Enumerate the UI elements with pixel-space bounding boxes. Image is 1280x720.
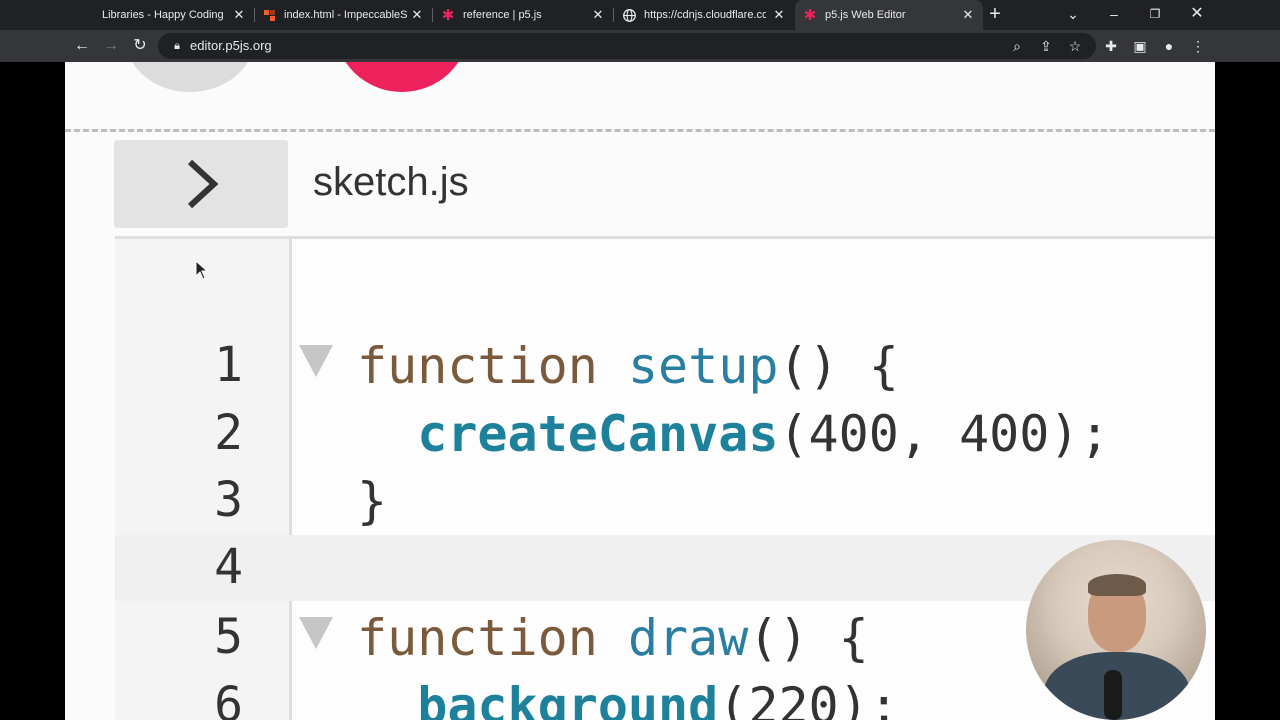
code-token: }: [357, 472, 388, 530]
tab-0[interactable]: Libraries - Happy Coding ✕: [80, 0, 254, 30]
sidebar-expand-button[interactable]: [114, 140, 288, 228]
close-icon[interactable]: ✕: [232, 8, 246, 22]
close-icon[interactable]: ✕: [772, 8, 786, 22]
line-number: 1: [214, 337, 243, 393]
close-window-button[interactable]: ✕: [1177, 0, 1217, 30]
tab-separator: [254, 8, 255, 22]
code-token: draw: [627, 609, 749, 667]
code-token: function: [357, 337, 628, 395]
code-text: background(220);: [357, 677, 899, 720]
code-text: createCanvas(400, 400);: [357, 405, 1110, 463]
tab-3[interactable]: https://cdnjs.cloudflare.co ✕: [622, 0, 794, 30]
person-hair: [1088, 574, 1146, 596]
tab-2[interactable]: ✱ reference | p5.js ✕: [441, 0, 613, 30]
line-number: 2: [214, 405, 243, 461]
p5-asterisk-icon: ✱: [441, 7, 455, 24]
file-name: sketch.js: [313, 160, 469, 204]
panel-divider: [65, 129, 1215, 132]
code-token: createCanvas: [417, 405, 779, 463]
side-panel-icon[interactable]: ▣: [1132, 38, 1148, 54]
chevron-right-icon: [187, 159, 219, 209]
close-icon[interactable]: ✕: [410, 8, 424, 22]
new-tab-button[interactable]: +: [975, 0, 1015, 30]
webcam-overlay: [1026, 540, 1206, 720]
fold-arrow-icon[interactable]: [299, 617, 333, 649]
restore-button[interactable]: ❐: [1135, 0, 1175, 30]
code-text: }: [357, 472, 387, 530]
tab-title: p5.js Web Editor: [825, 9, 906, 21]
glitch-icon: [262, 8, 276, 22]
address-bar[interactable]: [158, 33, 1096, 59]
preview-gray-circle: [125, 62, 255, 92]
code-text: function setup() {: [357, 337, 899, 395]
globe-icon: [622, 8, 636, 22]
url-text[interactable]: editor.p5js.org: [190, 38, 272, 54]
close-icon[interactable]: ✕: [591, 8, 605, 22]
extensions-icon[interactable]: ✚: [1103, 38, 1119, 54]
tab-favicon: [80, 8, 94, 22]
mouse-cursor-icon: [195, 259, 209, 285]
close-icon[interactable]: ✕: [961, 8, 975, 22]
preview-pink-circle: [335, 62, 469, 92]
tab-title: index.html - ImpeccableS: [284, 9, 408, 21]
line-number: 5: [214, 609, 243, 665]
bookmark-star-icon[interactable]: ☆: [1067, 38, 1083, 54]
tab-strip: Libraries - Happy Coding ✕ index.html - …: [0, 0, 1280, 30]
code-token: () {: [748, 609, 869, 667]
tab-title: https://cdnjs.cloudflare.co: [644, 9, 766, 21]
fold-arrow-icon[interactable]: [299, 345, 333, 377]
code-token: (220);: [718, 677, 899, 720]
tab-separator: [432, 8, 433, 22]
code-line[interactable]: 1 function setup() {: [115, 337, 1215, 405]
code-token: () {: [778, 337, 899, 395]
line-number: 4: [214, 539, 243, 595]
forward-icon[interactable]: →: [101, 36, 121, 56]
line-number: 6: [214, 677, 243, 720]
minimize-button[interactable]: –: [1094, 0, 1134, 30]
tab-separator: [613, 8, 614, 22]
code-line[interactable]: 2 createCanvas(400, 400);: [115, 405, 1215, 473]
reload-icon[interactable]: ↻: [130, 36, 150, 56]
code-token: background: [417, 677, 719, 720]
microphone: [1104, 670, 1122, 720]
menu-kebab-icon[interactable]: ⋮: [1190, 38, 1206, 54]
lock-icon[interactable]: 🔒︎: [169, 38, 185, 54]
tab-title: reference | p5.js: [463, 9, 542, 21]
zoom-icon[interactable]: ⌕: [1009, 38, 1025, 54]
tab-search-chevron-icon[interactable]: ⌄: [1053, 0, 1093, 30]
p5-asterisk-icon: ✱: [803, 7, 817, 24]
tab-4[interactable]: ✱ p5.js Web Editor ✕: [795, 0, 983, 30]
code-token: function: [357, 609, 628, 667]
back-icon[interactable]: ←: [72, 36, 92, 56]
code-token: setup: [627, 337, 779, 395]
profile-avatar-icon[interactable]: ●: [1161, 38, 1177, 54]
code-text: function draw() {: [357, 609, 869, 667]
tab-title: Libraries - Happy Coding: [102, 9, 224, 21]
code-line[interactable]: 3}: [115, 472, 1215, 540]
code-token: (400, 400);: [778, 405, 1110, 463]
line-number: 3: [214, 472, 243, 528]
share-icon[interactable]: ⇪: [1038, 38, 1054, 54]
tab-1[interactable]: index.html - ImpeccableS ✕: [262, 0, 432, 30]
